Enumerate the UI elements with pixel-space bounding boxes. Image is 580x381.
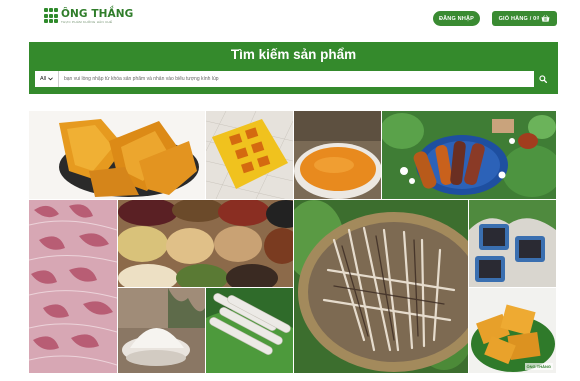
gallery-tile-black-beans[interactable]: [469, 200, 556, 287]
search-bar: All: [35, 71, 552, 87]
gallery-tile-candy[interactable]: [206, 111, 293, 199]
site-header: ÔNG THẮNG THỰC PHẨM KHÔNG HÀN CHẾ ĐĂNG N…: [0, 0, 580, 40]
gallery-tile-mango-slices[interactable]: ÔNG THẮNG: [469, 288, 556, 373]
gallery-tile-beans[interactable]: [118, 200, 293, 287]
chevron-down-icon: [48, 77, 53, 81]
dried-fish-image: [294, 200, 468, 373]
mango-slices-image: [469, 288, 556, 373]
logo-grid-icon: [44, 8, 58, 24]
search-button[interactable]: [534, 71, 552, 87]
dried-onion-image: [29, 200, 117, 373]
logo-tagline: THỰC PHẨM KHÔNG HÀN CHẾ: [61, 19, 113, 24]
search-input[interactable]: [59, 71, 534, 87]
fruit-jam-image: [294, 111, 381, 199]
gallery-tile-dried-mango[interactable]: [29, 111, 205, 199]
gallery-tile-flour[interactable]: [118, 288, 205, 373]
rice-roll-image: [206, 288, 293, 373]
white-flour-image: [118, 288, 205, 373]
search-title: Tìm kiếm sản phẩm: [230, 47, 357, 62]
site-logo[interactable]: ÔNG THẮNG THỰC PHẨM KHÔNG HÀN CHẾ: [44, 8, 133, 24]
logo-name: ÔNG THẮNG: [61, 7, 134, 20]
gallery-tile-dried-fish[interactable]: [294, 200, 468, 373]
category-select[interactable]: All: [35, 71, 59, 87]
product-gallery: ÔNG THẮNG: [29, 111, 556, 373]
sugar-candy-image: [206, 111, 293, 199]
category-selected-value: All: [39, 76, 47, 82]
basket-icon: [542, 15, 550, 22]
dried-sweet-potato-image: [382, 111, 556, 199]
cart-button[interactable]: GIỎ HÀNG / 0₫: [492, 11, 557, 26]
search-section: Tìm kiếm sản phẩm All: [29, 42, 558, 94]
cart-label: GIỎ HÀNG / 0₫: [498, 15, 540, 22]
gallery-tile-jam[interactable]: [294, 111, 381, 199]
assorted-beans-image: [118, 200, 293, 287]
black-beans-image: [469, 200, 556, 287]
gallery-tile-rolls[interactable]: [206, 288, 293, 373]
dried-mango-image: [29, 111, 205, 199]
watermark-logo: ÔNG THẮNG: [524, 363, 553, 370]
search-icon: [539, 75, 547, 83]
login-button[interactable]: ĐĂNG NHẬP: [433, 11, 480, 26]
gallery-tile-sweet-potato[interactable]: [382, 111, 556, 199]
gallery-tile-onions[interactable]: [29, 200, 117, 373]
